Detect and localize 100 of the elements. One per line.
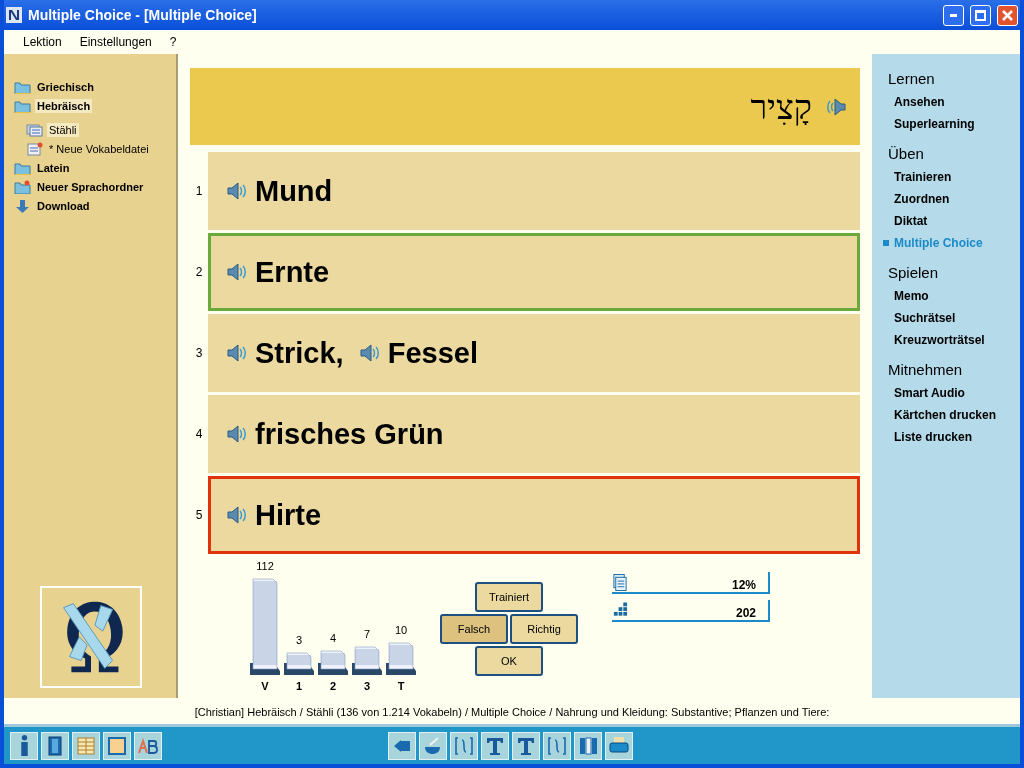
- folder-icon: [14, 180, 31, 194]
- answer-option[interactable]: Strick, Fessel: [208, 314, 860, 392]
- answer-option[interactable]: frisches Grün: [208, 395, 860, 473]
- card-stack-drawing: [318, 647, 348, 675]
- answer-number: 2: [194, 265, 204, 279]
- card-stack-drawing: [352, 643, 382, 675]
- answer-button[interactable]: OK: [475, 646, 543, 676]
- card-count: 10: [394, 624, 408, 636]
- answer-text: Fessel: [387, 336, 478, 370]
- section-title: Lernen: [888, 70, 936, 87]
- table-icon: [75, 734, 97, 757]
- minimize-icon: [950, 13, 957, 17]
- answer-button[interactable]: Falsch: [440, 614, 508, 644]
- speaker-icon[interactable]: [225, 424, 247, 444]
- down-arrow-icon: [14, 199, 31, 213]
- brackets-icon: [453, 734, 475, 757]
- card-stack-drawing: [386, 639, 416, 675]
- answer-text: Mund: [255, 174, 333, 208]
- table-button[interactable]: [72, 731, 100, 760]
- nav-link[interactable]: Superlearning: [894, 117, 975, 131]
- tree-item[interactable]: Latein: [35, 161, 72, 175]
- letter-t-button[interactable]: [481, 731, 509, 760]
- answer-button[interactable]: Trainiert: [475, 582, 543, 612]
- answer-number: 3: [194, 346, 204, 360]
- close-button[interactable]: [997, 4, 1018, 26]
- tree-item[interactable]: * Neue Vokabeldatei: [47, 142, 151, 156]
- maximize-button[interactable]: [970, 4, 991, 26]
- info-icon: [20, 735, 28, 756]
- answer-text: frisches Grün: [255, 417, 444, 451]
- answer-text: Strick,: [255, 336, 344, 370]
- document-icon: [26, 123, 43, 137]
- box-label: 2: [329, 680, 337, 692]
- stat-value: 12%: [731, 578, 756, 592]
- app-icon: [6, 7, 22, 23]
- maximize-icon: [975, 9, 986, 21]
- nav-link[interactable]: Liste drucken: [894, 430, 973, 444]
- tree-item[interactable]: Hebräisch: [35, 99, 93, 113]
- nav-link[interactable]: Memo: [894, 289, 929, 303]
- box-label: V: [261, 680, 269, 692]
- answer-button[interactable]: Richtig: [510, 614, 578, 644]
- box-label: T: [397, 680, 405, 692]
- cup-button[interactable]: [419, 731, 447, 760]
- nav-link[interactable]: Kärtchen drucken: [894, 408, 997, 422]
- section-title: Mitnehmen: [888, 361, 964, 378]
- columns-icon: [577, 734, 599, 757]
- answer-option[interactable]: Hirte: [208, 476, 860, 554]
- square-button[interactable]: [103, 731, 131, 760]
- close-icon: [1002, 9, 1013, 21]
- tree-item[interactable]: Griechisch: [35, 80, 96, 94]
- book-button[interactable]: [41, 731, 69, 760]
- nav-link[interactable]: Smart Audio: [894, 386, 965, 400]
- card-count: 7: [363, 628, 371, 640]
- letters-button[interactable]: [134, 731, 162, 760]
- nav-link[interactable]: Zuordnen: [894, 192, 950, 206]
- back-button[interactable]: [388, 731, 416, 760]
- tree-item[interactable]: Download: [35, 199, 92, 213]
- speaker-icon[interactable]: [225, 505, 247, 525]
- answer-number: 1: [194, 184, 204, 198]
- menu-item[interactable]: Lektion: [14, 33, 71, 51]
- info-button[interactable]: [10, 731, 38, 760]
- tree-item[interactable]: Neuer Sprachordner: [35, 180, 146, 194]
- brackets-button[interactable]: [450, 731, 478, 760]
- folder-icon: [14, 80, 31, 94]
- answer-option[interactable]: Ernte: [208, 233, 860, 311]
- nav-link[interactable]: Ansehen: [894, 95, 945, 109]
- card-stack-drawing: [284, 649, 314, 675]
- nav-link[interactable]: Kreuzworträtsel: [894, 333, 985, 347]
- printer-button[interactable]: [605, 731, 633, 760]
- columns-button[interactable]: [574, 731, 602, 760]
- hebrew-word: קָצִיר: [750, 86, 812, 127]
- answer-number: 4: [194, 427, 204, 441]
- document-icon: [26, 142, 43, 156]
- status-text: [Christian] Hebräisch / Stähli (136 von 1.214 Vokabeln) / Multiple Choice / Nahrung und Kleidung: Substantive; Pflanzen und Tiere:: [4, 698, 1020, 724]
- answer-option[interactable]: Mund: [208, 152, 860, 230]
- nav-link[interactable]: Diktat: [894, 214, 928, 228]
- menu-item[interactable]: Einstellungen: [70, 33, 161, 51]
- section-title: Spielen: [888, 264, 940, 281]
- document-stack-icon: [612, 573, 628, 592]
- speaker-icon[interactable]: [225, 343, 247, 363]
- section-title: Üben: [888, 145, 925, 162]
- answer-text: Hirte: [255, 498, 322, 532]
- window-title: Multiple Choice - [Multiple Choice]: [28, 7, 258, 23]
- box-label: 1: [295, 680, 303, 692]
- stat-value: 202: [735, 606, 756, 620]
- brackets-icon: [546, 734, 568, 757]
- card-count: 3: [295, 634, 303, 646]
- brackets-button[interactable]: [543, 731, 571, 760]
- nav-link[interactable]: Trainieren: [894, 170, 952, 184]
- minimize-button[interactable]: [943, 4, 964, 26]
- folder-icon: [14, 161, 31, 175]
- speaker-icon[interactable]: [826, 96, 848, 117]
- speaker-icon[interactable]: [357, 343, 380, 363]
- letter-t-button[interactable]: [512, 731, 540, 760]
- speaker-icon[interactable]: [225, 262, 247, 282]
- answer-number: 5: [194, 508, 204, 522]
- nav-link[interactable]: Suchrätsel: [894, 311, 956, 325]
- answer-text: Ernte: [255, 255, 330, 289]
- speaker-icon[interactable]: [225, 181, 247, 201]
- menu-item[interactable]: ?: [160, 33, 186, 51]
- tree-item[interactable]: Stähli: [47, 123, 79, 137]
